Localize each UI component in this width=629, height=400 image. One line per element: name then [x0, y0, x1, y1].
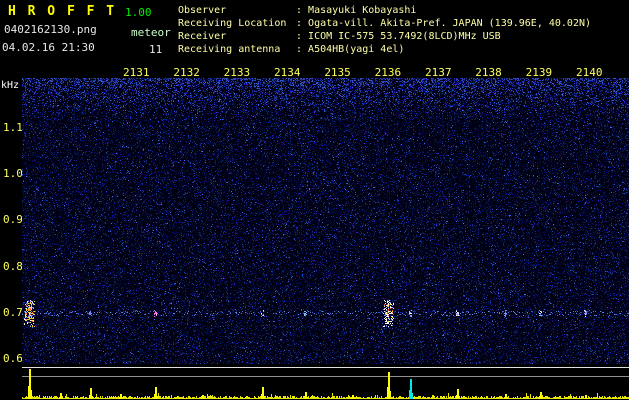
info-row: Receiving Location: Ogata-vill. Akita-Pr…: [178, 17, 591, 30]
y-tick-label: 1.0: [3, 167, 23, 181]
info-label: Receiving antenna: [178, 44, 281, 55]
info-block: Observer: Masayuki Kobayashi Receiving Lo…: [178, 4, 591, 56]
info-label: Observer: [178, 5, 227, 16]
info-label: Receiving Location: [178, 18, 287, 29]
spectrogram-canvas: [22, 78, 629, 364]
info-value: ICOM IC-575 53.7492(8LCD)MHz USB: [308, 31, 501, 42]
app-title: H R O F F T: [8, 4, 117, 19]
y-tick-label: 0.9: [3, 213, 23, 227]
info-value: A504HB(yagi 4el): [308, 44, 405, 55]
meteor-count: 11: [149, 43, 163, 56]
info-row: Receiver: ICOM IC-575 53.7492(8LCD)MHz U…: [178, 30, 591, 43]
info-separator: :: [296, 44, 309, 55]
hrofft-screen: H R O F F T 1.00 0402162130.png meteor 0…: [0, 0, 629, 400]
y-tick-label: 0.8: [3, 259, 23, 273]
info-separator: :: [296, 5, 309, 16]
y-tick-label: 0.7: [3, 305, 23, 319]
info-label: Receiver: [178, 31, 227, 42]
info-separator: :: [296, 31, 309, 42]
y-tick-label: 1.1: [3, 121, 23, 134]
mode-label: meteor: [131, 26, 171, 39]
timestamp: 04.02.16 21:30: [2, 41, 95, 54]
app-version: 1.00: [125, 6, 152, 19]
signal-power-canvas: [22, 364, 629, 400]
y-tick-label: 0.6: [3, 352, 23, 365]
y-axis-unit: kHz: [1, 80, 20, 91]
info-separator: :: [296, 18, 309, 29]
info-value: Ogata-vill. Akita-Pref. JAPAN (139.96E, …: [308, 18, 592, 29]
output-filename: 0402162130.png: [4, 23, 97, 36]
info-value: Masayuki Kobayashi: [308, 5, 417, 16]
info-row: Observer: Masayuki Kobayashi: [178, 4, 591, 17]
info-row: Receiving antenna: A504HB(yagi 4el): [178, 43, 591, 56]
